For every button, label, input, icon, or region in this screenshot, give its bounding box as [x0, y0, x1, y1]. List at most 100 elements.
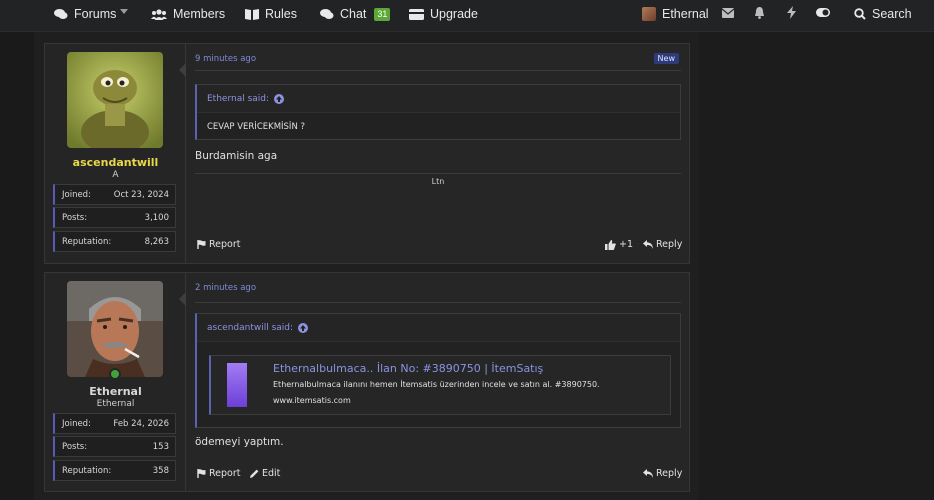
user-avatar-small: [642, 7, 656, 21]
chat-bubbles-icon: [54, 9, 68, 19]
quote-block: Ethernal said: CEVAP VERİCEKMİSİN ?: [195, 84, 681, 140]
like-count: +1: [619, 239, 634, 250]
embed-thumbnail: [227, 363, 247, 407]
stat-value: Feb 24, 2026: [113, 418, 169, 429]
new-badge: New: [653, 53, 679, 64]
stat-value: Oct 23, 2024: [113, 189, 169, 200]
nav-upgrade[interactable]: Upgrade: [409, 0, 478, 28]
nav-chat-label: Chat: [340, 7, 367, 21]
bell-icon[interactable]: [754, 7, 765, 19]
reply-label: Reply: [656, 239, 683, 250]
stat-label: Joined:: [62, 189, 91, 200]
post-2: Ethernal Ethernal Joined: Feb 24, 2026 P…: [44, 272, 690, 492]
stat-joined: Joined: Oct 23, 2024: [53, 184, 176, 205]
nav-user-menu[interactable]: Ethernal: [642, 0, 709, 28]
right-sidebar: [698, 32, 934, 500]
nav-user-label: Ethernal: [662, 7, 709, 21]
credit-card-icon: [409, 8, 424, 20]
like-button[interactable]: +1: [605, 239, 633, 250]
stat-reputation: Reputation: 8,263: [53, 231, 176, 252]
left-gutter: [0, 32, 34, 500]
report-label: Report: [209, 239, 241, 250]
user-title: A: [112, 170, 119, 180]
bolt-icon[interactable]: [787, 6, 796, 19]
post-message: Burdamisin aga: [195, 150, 278, 162]
stat-reputation: Reputation: 358: [53, 460, 176, 481]
stat-value: 8,263: [144, 236, 169, 247]
edit-label: Edit: [262, 468, 281, 479]
chevron-down-icon[interactable]: [120, 9, 128, 15]
reply-button[interactable]: Reply: [643, 468, 682, 479]
reply-button[interactable]: Reply: [643, 239, 682, 250]
nav-members[interactable]: Members: [151, 0, 225, 28]
thumbs-up-icon: [605, 239, 616, 250]
pencil-icon: [250, 469, 259, 478]
post-message: ödemeyi yaptım.: [195, 436, 284, 448]
nav-rules[interactable]: Rules: [245, 0, 297, 28]
flag-icon: [197, 469, 206, 478]
nav-upgrade-label: Upgrade: [430, 7, 478, 21]
arrow-up-circle-icon[interactable]: [274, 93, 285, 104]
turtle-avatar-image: [67, 52, 163, 148]
quote-block: ascendantwill said: Ethernalbulmaca.. İl…: [195, 313, 681, 428]
stat-value: 358: [152, 465, 169, 476]
online-status-dot: [109, 368, 121, 380]
embed-url[interactable]: www.itemsatis.com: [273, 396, 351, 405]
nav-search-label: Search: [872, 7, 912, 21]
user-title: Ethernal: [96, 399, 135, 409]
edit-button[interactable]: Edit: [250, 468, 280, 479]
report-label: Report: [209, 468, 241, 479]
stat-label: Reputation:: [62, 236, 112, 247]
nav-search[interactable]: Search: [854, 0, 912, 28]
quote-author: Ethernal said:: [207, 93, 270, 104]
quote-header[interactable]: ascendantwill said:: [197, 314, 680, 342]
avatar[interactable]: [67, 52, 163, 148]
arrow-up-circle-icon[interactable]: [298, 322, 309, 333]
post-timestamp[interactable]: 2 minutes ago: [195, 283, 256, 293]
post-timestamp[interactable]: 9 minutes ago: [195, 54, 256, 64]
book-icon: [245, 9, 259, 20]
report-button[interactable]: Report: [197, 239, 241, 250]
stat-label: Reputation:: [62, 465, 112, 476]
toggle-theme-icon[interactable]: [816, 8, 830, 17]
stat-label: Joined:: [62, 418, 91, 429]
link-embed-card[interactable]: Ethernalbulmaca.. İlan No: #3890750 | İt…: [209, 355, 671, 415]
users-icon: [151, 8, 167, 20]
search-icon: [854, 8, 866, 20]
quote-author: ascendantwill said:: [207, 322, 294, 333]
flag-icon: [197, 240, 206, 249]
avatar[interactable]: [67, 281, 163, 377]
stat-posts: Posts: 153: [53, 436, 176, 457]
reply-label: Reply: [656, 468, 683, 479]
stat-value: 153: [152, 441, 169, 452]
signature: Ltn: [431, 177, 445, 186]
nav-members-label: Members: [173, 7, 226, 21]
stat-posts: Posts: 3,100: [53, 207, 176, 228]
post-arrow: [179, 63, 186, 77]
nav-chat[interactable]: Chat 31: [320, 0, 391, 28]
envelope-icon[interactable]: [722, 8, 734, 18]
reply-icon: [643, 240, 653, 249]
post-1: ascendantwill A Joined: Oct 23, 2024 Pos…: [44, 43, 690, 264]
username[interactable]: Ethernal: [45, 385, 186, 398]
quote-text: CEVAP VERİCEKMİSİN ?: [207, 122, 306, 132]
quote-header[interactable]: Ethernal said:: [197, 85, 680, 113]
post-user-panel: ascendantwill A Joined: Oct 23, 2024 Pos…: [45, 44, 186, 263]
post-user-panel: Ethernal Ethernal Joined: Feb 24, 2026 P…: [45, 273, 186, 491]
chat-icon: [320, 9, 334, 19]
stat-value: 3,100: [144, 212, 169, 223]
post-arrow: [179, 292, 186, 306]
signature-divider: [195, 173, 681, 174]
embed-title[interactable]: Ethernalbulmaca.. İlan No: #3890750 | İt…: [273, 362, 543, 375]
nav-forums[interactable]: Forums: [54, 0, 116, 28]
username[interactable]: ascendantwill: [45, 156, 186, 169]
embed-description: Ethernalbulmaca ilanını hemen İtemsatis …: [273, 380, 600, 389]
nav-forums-label: Forums: [74, 7, 117, 21]
nav-rules-label: Rules: [265, 7, 297, 21]
stat-joined: Joined: Feb 24, 2026: [53, 413, 176, 434]
stat-label: Posts:: [62, 441, 88, 452]
report-button[interactable]: Report: [197, 468, 241, 479]
post-header-divider: [195, 70, 681, 71]
man-with-cigarette-avatar-image: [67, 281, 163, 377]
post-header-divider: [195, 302, 681, 303]
